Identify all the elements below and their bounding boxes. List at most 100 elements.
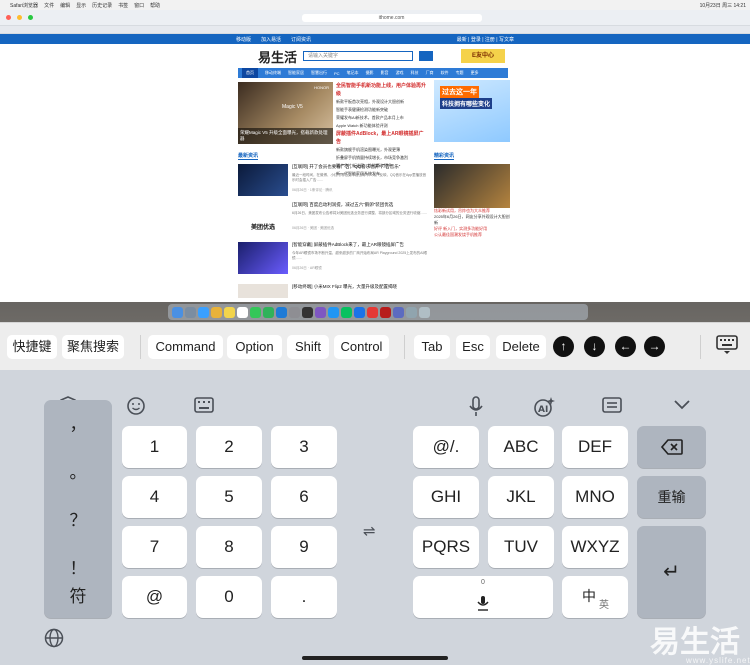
comma-key[interactable]: ， bbox=[44, 410, 112, 435]
keyboard-icon[interactable] bbox=[192, 396, 216, 420]
app-icon[interactable] bbox=[380, 306, 391, 318]
qq-icon[interactable] bbox=[328, 306, 339, 318]
menu-item[interactable]: 书签 bbox=[118, 2, 128, 9]
t9-key-1[interactable]: @/. bbox=[413, 426, 479, 468]
nav-item[interactable]: PC bbox=[334, 71, 340, 76]
collapse-icon[interactable] bbox=[670, 396, 694, 416]
num-3-key[interactable]: 3 bbox=[271, 426, 337, 468]
esc-key[interactable]: Esc bbox=[456, 335, 490, 359]
safari-icon[interactable] bbox=[198, 306, 209, 318]
space-key[interactable]: 0 bbox=[413, 576, 553, 618]
nav-item[interactable]: 游戏 bbox=[396, 70, 404, 76]
messages-icon[interactable] bbox=[250, 306, 261, 318]
section-featured-title[interactable]: 精彩资讯 bbox=[434, 152, 455, 160]
nav-item[interactable]: 智能家居 bbox=[288, 70, 304, 76]
minimize-window-button[interactable] bbox=[17, 15, 22, 20]
headline[interactable]: 折叠屏手机销量持续增长，市场竞争激烈 bbox=[336, 154, 428, 162]
site-logo[interactable]: 易生活 bbox=[258, 47, 297, 66]
num-6-key[interactable]: 6 bbox=[271, 476, 337, 518]
facetime-icon[interactable] bbox=[263, 306, 274, 318]
control-key[interactable]: Control bbox=[334, 335, 389, 359]
headline[interactable]: 屏蔽插件AdBlock，最上AR眼镜插屏广告 bbox=[336, 130, 428, 146]
finder-icon[interactable] bbox=[172, 306, 183, 318]
featured-item[interactable]: 2025年6月26日，网友分享外观设计大胆创新 bbox=[434, 214, 510, 226]
question-key[interactable]: ？ bbox=[44, 506, 112, 531]
wechat-icon[interactable] bbox=[341, 306, 352, 318]
news-title[interactable]: [智能穿戴] 屏蔽插件AdBlock来了，最上AR眼镜插屏广告 bbox=[292, 242, 428, 248]
nav-item[interactable]: 移动终端 bbox=[265, 70, 281, 76]
clipboard-icon[interactable] bbox=[600, 396, 624, 420]
keyboard-toggle-icon[interactable] bbox=[712, 333, 742, 361]
settings-icon[interactable] bbox=[289, 306, 300, 318]
headline[interactable]: Apple Watch 新功能体验评测 bbox=[336, 122, 428, 130]
menu-item[interactable]: 窗口 bbox=[134, 2, 144, 9]
nav-item[interactable]: 软件 bbox=[441, 70, 449, 76]
nav-item[interactable]: 笔记本 bbox=[347, 70, 359, 76]
menu-item[interactable]: 文件 bbox=[44, 2, 54, 9]
language-switch-key[interactable]: 中 英 bbox=[562, 576, 628, 618]
browser-window[interactable]: ithome.com 移动版 加入易活 订阅资讯 最新 | 登录 | 注册 | … bbox=[0, 10, 750, 302]
shortcut-key-hotkeys[interactable]: 快捷键 bbox=[7, 335, 57, 359]
trash-icon[interactable] bbox=[419, 306, 430, 318]
t9-key-abc[interactable]: ABC bbox=[488, 426, 554, 468]
shift-key[interactable]: Shift bbox=[287, 335, 329, 359]
globe-icon[interactable] bbox=[44, 628, 64, 653]
featured-item[interactable]: 公认最佳国潮发烧手机推荐 bbox=[434, 232, 510, 238]
t9-key-ghi[interactable]: GHI bbox=[413, 476, 479, 518]
nav-item[interactable]: 摄影 bbox=[366, 70, 374, 76]
headline[interactable]: 新款平板首次亮相，外观设计大胆创新 bbox=[336, 98, 428, 106]
news-item[interactable]: [互联网] 开了会员也要看广告，QQ音乐也开“广告音乐” 最近一段时间，在微博、… bbox=[238, 164, 428, 200]
punctuation-column[interactable]: ， 。 ？ ！ bbox=[44, 400, 112, 596]
address-bar[interactable]: ithome.com bbox=[301, 13, 482, 22]
news-title[interactable]: [移动终端] 小米MIX Flip2 曝光，大量升级及配置揭晓 bbox=[292, 284, 428, 290]
spotlight-search-button[interactable]: 聚焦搜索 bbox=[62, 335, 124, 359]
menu-item[interactable]: 帮助 bbox=[150, 2, 160, 9]
acrobat-icon[interactable] bbox=[367, 306, 378, 318]
app-icon[interactable] bbox=[354, 306, 365, 318]
t9-key-wxyz[interactable]: WXYZ bbox=[562, 526, 628, 568]
menu-item[interactable]: 编辑 bbox=[60, 2, 70, 9]
nav-item[interactable]: 更多 bbox=[471, 70, 479, 76]
headline[interactable]: 荣耀发布AI新技术，首款产品本月上市 bbox=[336, 114, 428, 122]
nav-item[interactable]: 厂商 bbox=[426, 70, 434, 76]
site-account-links[interactable]: 最新 | 登录 | 注册 | 写文章 bbox=[457, 36, 514, 43]
site-top-link[interactable]: 订阅资讯 bbox=[291, 36, 311, 43]
hero-image[interactable]: HONOR Magic V5 荣耀Magic V5 升级全面曝光，搭载新款处理器 bbox=[238, 82, 333, 144]
t9-key-mno[interactable]: MNO bbox=[562, 476, 628, 518]
dot-key[interactable]: . bbox=[271, 576, 337, 618]
home-indicator[interactable] bbox=[302, 656, 448, 660]
t9-key-def[interactable]: DEF bbox=[562, 426, 628, 468]
command-key[interactable]: Command bbox=[148, 335, 223, 359]
t9-key-pqrs[interactable]: PQRS bbox=[413, 526, 479, 568]
at-key[interactable]: @ bbox=[122, 576, 187, 618]
chrome-icon[interactable] bbox=[211, 306, 222, 318]
right-arrow-icon[interactable]: → bbox=[644, 336, 665, 357]
remote-desktop[interactable]: Safari浏览器 文件 编辑 显示 历史记录 书签 窗口 帮助 10月23日 … bbox=[0, 0, 750, 322]
news-item[interactable]: [智能穿戴] 屏蔽插件AdBlock来了，最上AR眼镜插屏广告 今年AR眼镜市场… bbox=[238, 242, 428, 278]
news-item[interactable]: 美团优选 [互联网] 百度启动利润提，减过五六“鹅卵”装团优选 6月26日，美团… bbox=[238, 202, 428, 238]
nav-item-home[interactable]: 首页 bbox=[242, 68, 258, 78]
calendar-icon[interactable] bbox=[237, 306, 248, 318]
section-latest-title[interactable]: 最新资讯 bbox=[238, 152, 259, 160]
headline[interactable]: 智能手表健康检测功能新突破 bbox=[336, 106, 428, 114]
site-search-button[interactable] bbox=[419, 51, 434, 61]
option-key[interactable]: Option bbox=[227, 335, 282, 359]
num-4-key[interactable]: 4 bbox=[122, 476, 187, 518]
delete-key[interactable]: Delete bbox=[496, 335, 546, 359]
launchpad-icon[interactable] bbox=[185, 306, 196, 318]
symbol-key[interactable]: 符 bbox=[44, 576, 112, 618]
num-5-key[interactable]: 5 bbox=[196, 476, 262, 518]
site-top-link[interactable]: 移动版 bbox=[236, 36, 251, 43]
site-top-link[interactable]: 加入易活 bbox=[261, 36, 281, 43]
headline[interactable]: 新款旗舰手机渲染图曝光，外观更薄 bbox=[336, 146, 428, 154]
t9-key-tuv[interactable]: TUV bbox=[488, 526, 554, 568]
swap-layout-icon[interactable]: ⇌ bbox=[363, 522, 376, 540]
period-key[interactable]: 。 bbox=[44, 458, 112, 483]
num-7-key[interactable]: 7 bbox=[122, 526, 187, 568]
tab-key[interactable]: Tab bbox=[414, 335, 450, 359]
app-icon[interactable] bbox=[393, 306, 404, 318]
menu-item[interactable]: 显示 bbox=[76, 2, 86, 9]
zoom-window-button[interactable] bbox=[28, 15, 33, 20]
enter-key[interactable]: ↵ bbox=[637, 526, 706, 618]
reinput-key[interactable]: 重输 bbox=[637, 476, 706, 518]
